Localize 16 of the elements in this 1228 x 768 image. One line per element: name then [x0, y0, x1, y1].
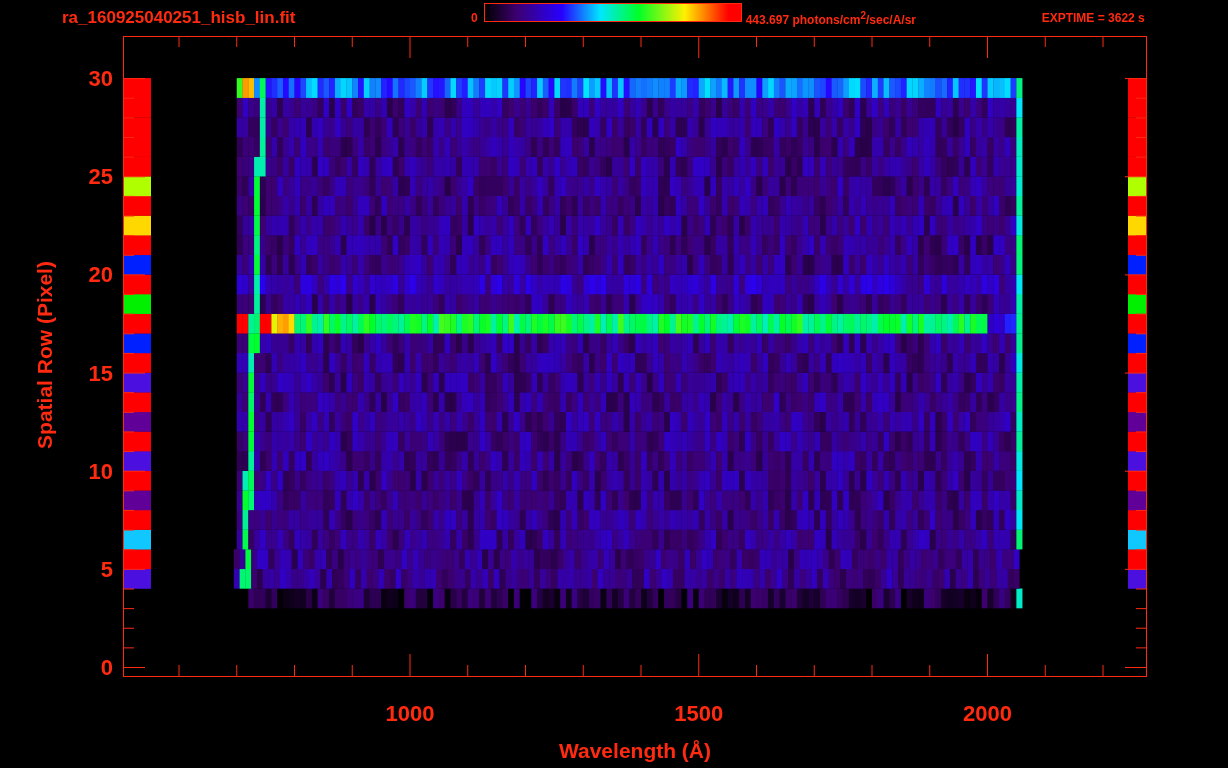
y-axis-label: Spatial Row (Pixel): [33, 261, 56, 449]
y-tick-label: 25: [88, 164, 113, 190]
exposure-time: EXPTIME = 3622 s: [1041, 11, 1145, 25]
colorbar-max-label: 443.697 photons/cm$^{2}$/sec/A/sr: [745, 9, 917, 27]
y-tick-label: 5: [100, 556, 113, 582]
y-tick-label: 30: [88, 66, 113, 92]
x-tick-label: 2000: [963, 701, 1012, 726]
x-axis-label: Wavelength (Å): [558, 739, 712, 762]
x-tick-label: 1000: [385, 701, 435, 726]
file-name: ra_160925040251_hisb_lin.fit: [62, 8, 297, 28]
colorbar-min-label: 0: [471, 11, 478, 25]
y-tick-label: 20: [88, 262, 113, 288]
y-tick-label: 0: [100, 655, 113, 680]
x-tick-label: 1500: [674, 701, 724, 726]
y-tick-label: 10: [88, 458, 113, 484]
y-tick-label: 15: [88, 360, 113, 386]
